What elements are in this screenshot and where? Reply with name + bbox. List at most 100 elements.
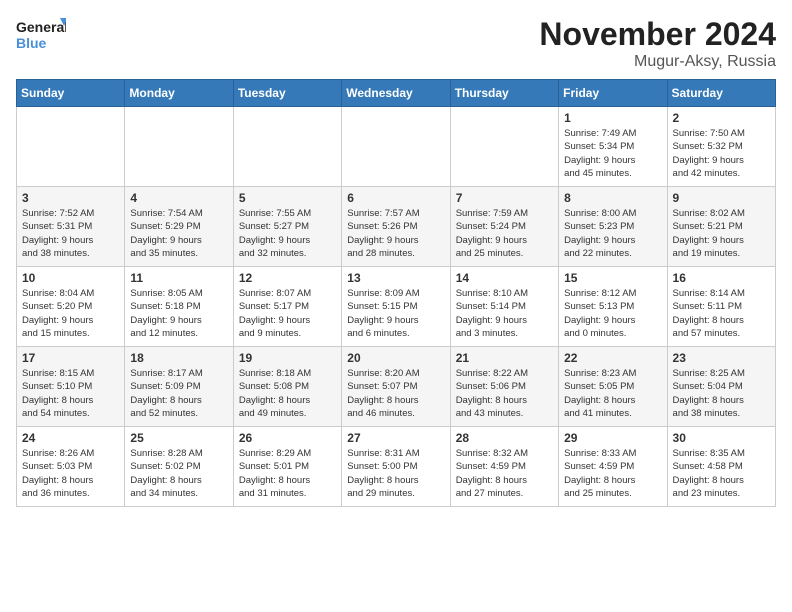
day-info: Sunrise: 8:26 AM Sunset: 5:03 PM Dayligh… (22, 447, 119, 500)
day-info: Sunrise: 8:14 AM Sunset: 5:11 PM Dayligh… (673, 287, 770, 340)
day-info: Sunrise: 7:54 AM Sunset: 5:29 PM Dayligh… (130, 207, 227, 260)
calendar-cell: 16 Sunrise: 8:14 AM Sunset: 5:11 PM Dayli… (667, 267, 775, 347)
calendar-cell: 18 Sunrise: 8:17 AM Sunset: 5:09 PM Dayli… (125, 347, 233, 427)
calendar-cell: 15 Sunrise: 8:12 AM Sunset: 5:13 PM Dayli… (559, 267, 667, 347)
weekday-header-friday: Friday (559, 80, 667, 107)
day-number: 15 (564, 271, 661, 285)
day-number: 29 (564, 431, 661, 445)
calendar-cell: 9Sunrise: 8:02 AM Sunset: 5:21 PM Daylig… (667, 187, 775, 267)
month-title: November 2024 (539, 16, 776, 53)
weekday-header-tuesday: Tuesday (233, 80, 341, 107)
weekday-header-thursday: Thursday (450, 80, 558, 107)
calendar-cell: 7Sunrise: 7:59 AM Sunset: 5:24 PM Daylig… (450, 187, 558, 267)
day-number: 2 (673, 111, 770, 125)
calendar-cell: 28 Sunrise: 8:32 AM Sunset: 4:59 PM Dayli… (450, 427, 558, 507)
day-number: 9 (673, 191, 770, 205)
day-info: Sunrise: 8:12 AM Sunset: 5:13 PM Dayligh… (564, 287, 661, 340)
calendar-cell: 29 Sunrise: 8:33 AM Sunset: 4:59 PM Dayli… (559, 427, 667, 507)
day-info: Sunrise: 8:10 AM Sunset: 5:14 PM Dayligh… (456, 287, 553, 340)
day-info: Sunrise: 7:49 AM Sunset: 5:34 PM Dayligh… (564, 127, 661, 180)
day-number: 28 (456, 431, 553, 445)
day-number: 24 (22, 431, 119, 445)
day-info: Sunrise: 7:50 AM Sunset: 5:32 PM Dayligh… (673, 127, 770, 180)
day-info: Sunrise: 8:22 AM Sunset: 5:06 PM Dayligh… (456, 367, 553, 420)
day-info: Sunrise: 8:31 AM Sunset: 5:00 PM Dayligh… (347, 447, 444, 500)
calendar-cell: 25 Sunrise: 8:28 AM Sunset: 5:02 PM Dayli… (125, 427, 233, 507)
calendar-cell (233, 107, 341, 187)
calendar-cell: 11 Sunrise: 8:05 AM Sunset: 5:18 PM Dayli… (125, 267, 233, 347)
calendar-cell: 8 Sunrise: 8:00 AM Sunset: 5:23 PM Daylig… (559, 187, 667, 267)
calendar-cell (342, 107, 450, 187)
svg-text:General: General (16, 19, 66, 35)
day-info: Sunrise: 8:18 AM Sunset: 5:08 PM Dayligh… (239, 367, 336, 420)
day-info: Sunrise: 8:00 AM Sunset: 5:23 PM Dayligh… (564, 207, 661, 260)
day-number: 14 (456, 271, 553, 285)
calendar-cell (125, 107, 233, 187)
calendar-cell: 13 Sunrise: 8:09 AM Sunset: 5:15 PM Dayli… (342, 267, 450, 347)
logo: General Blue (16, 16, 66, 58)
calendar-cell: 1 Sunrise: 7:49 AM Sunset: 5:34 PM Daylig… (559, 107, 667, 187)
day-info: Sunrise: 8:17 AM Sunset: 5:09 PM Dayligh… (130, 367, 227, 420)
calendar-cell: 5Sunrise: 7:55 AM Sunset: 5:27 PM Daylig… (233, 187, 341, 267)
day-info: Sunrise: 8:28 AM Sunset: 5:02 PM Dayligh… (130, 447, 227, 500)
header: General Blue November 2024 Mugur-Aksy, R… (16, 16, 776, 71)
day-info: Sunrise: 8:33 AM Sunset: 4:59 PM Dayligh… (564, 447, 661, 500)
calendar-cell: 10 Sunrise: 8:04 AM Sunset: 5:20 PM Dayli… (17, 267, 125, 347)
weekday-header-saturday: Saturday (667, 80, 775, 107)
day-info: Sunrise: 7:57 AM Sunset: 5:26 PM Dayligh… (347, 207, 444, 260)
day-number: 5 (239, 191, 336, 205)
day-number: 18 (130, 351, 227, 365)
calendar-cell: 21 Sunrise: 8:22 AM Sunset: 5:06 PM Dayli… (450, 347, 558, 427)
day-number: 23 (673, 351, 770, 365)
day-info: Sunrise: 8:20 AM Sunset: 5:07 PM Dayligh… (347, 367, 444, 420)
svg-text:Blue: Blue (16, 35, 47, 51)
day-number: 1 (564, 111, 661, 125)
day-number: 13 (347, 271, 444, 285)
day-number: 8 (564, 191, 661, 205)
day-number: 4 (130, 191, 227, 205)
calendar-cell: 22 Sunrise: 8:23 AM Sunset: 5:05 PM Dayli… (559, 347, 667, 427)
calendar-table: SundayMondayTuesdayWednesdayThursdayFrid… (16, 79, 776, 507)
day-info: Sunrise: 7:59 AM Sunset: 5:24 PM Dayligh… (456, 207, 553, 260)
calendar-cell: 14 Sunrise: 8:10 AM Sunset: 5:14 PM Dayli… (450, 267, 558, 347)
title-area: November 2024 Mugur-Aksy, Russia (539, 16, 776, 71)
calendar-cell: 24 Sunrise: 8:26 AM Sunset: 5:03 PM Dayli… (17, 427, 125, 507)
day-info: Sunrise: 8:15 AM Sunset: 5:10 PM Dayligh… (22, 367, 119, 420)
day-number: 11 (130, 271, 227, 285)
day-number: 25 (130, 431, 227, 445)
day-number: 16 (673, 271, 770, 285)
day-number: 27 (347, 431, 444, 445)
weekday-header-sunday: Sunday (17, 80, 125, 107)
weekday-header-monday: Monday (125, 80, 233, 107)
day-info: Sunrise: 8:07 AM Sunset: 5:17 PM Dayligh… (239, 287, 336, 340)
calendar-cell: 3Sunrise: 7:52 AM Sunset: 5:31 PM Daylig… (17, 187, 125, 267)
calendar-cell: 19 Sunrise: 8:18 AM Sunset: 5:08 PM Dayli… (233, 347, 341, 427)
calendar-cell (17, 107, 125, 187)
day-info: Sunrise: 8:35 AM Sunset: 4:58 PM Dayligh… (673, 447, 770, 500)
day-number: 21 (456, 351, 553, 365)
day-info: Sunrise: 8:32 AM Sunset: 4:59 PM Dayligh… (456, 447, 553, 500)
day-number: 20 (347, 351, 444, 365)
calendar-cell: 4 Sunrise: 7:54 AM Sunset: 5:29 PM Daylig… (125, 187, 233, 267)
weekday-header-wednesday: Wednesday (342, 80, 450, 107)
calendar-cell: 2 Sunrise: 7:50 AM Sunset: 5:32 PM Daylig… (667, 107, 775, 187)
day-info: Sunrise: 8:09 AM Sunset: 5:15 PM Dayligh… (347, 287, 444, 340)
day-info: Sunrise: 8:04 AM Sunset: 5:20 PM Dayligh… (22, 287, 119, 340)
day-number: 10 (22, 271, 119, 285)
calendar-cell: 26 Sunrise: 8:29 AM Sunset: 5:01 PM Dayli… (233, 427, 341, 507)
calendar-cell: 20 Sunrise: 8:20 AM Sunset: 5:07 PM Dayli… (342, 347, 450, 427)
day-number: 22 (564, 351, 661, 365)
calendar-cell: 6Sunrise: 7:57 AM Sunset: 5:26 PM Daylig… (342, 187, 450, 267)
day-info: Sunrise: 8:05 AM Sunset: 5:18 PM Dayligh… (130, 287, 227, 340)
calendar-cell: 27 Sunrise: 8:31 AM Sunset: 5:00 PM Dayli… (342, 427, 450, 507)
day-info: Sunrise: 8:29 AM Sunset: 5:01 PM Dayligh… (239, 447, 336, 500)
day-info: Sunrise: 8:23 AM Sunset: 5:05 PM Dayligh… (564, 367, 661, 420)
calendar-cell: 23 Sunrise: 8:25 AM Sunset: 5:04 PM Dayli… (667, 347, 775, 427)
day-number: 3 (22, 191, 119, 205)
day-number: 19 (239, 351, 336, 365)
location-title: Mugur-Aksy, Russia (539, 53, 776, 71)
day-info: Sunrise: 8:25 AM Sunset: 5:04 PM Dayligh… (673, 367, 770, 420)
day-number: 26 (239, 431, 336, 445)
calendar-cell (450, 107, 558, 187)
day-number: 30 (673, 431, 770, 445)
